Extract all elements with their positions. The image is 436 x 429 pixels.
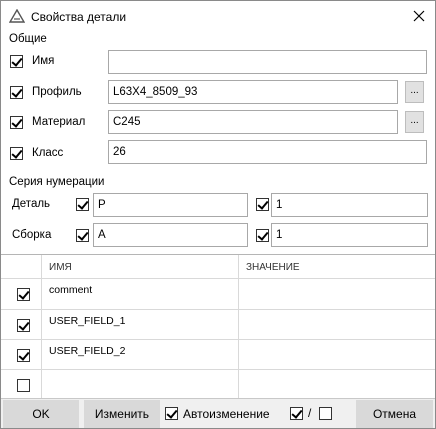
profile-label: Профиль [32,86,82,98]
row-checkbox[interactable] [17,319,30,332]
table-row[interactable]: comment [1,279,435,309]
part-prefix-checkbox[interactable] [76,198,89,211]
name-input[interactable] [108,50,427,74]
user-fields-grid: ИМЯ ЗНАЧЕНИЕ comment USER_FIELD_1 USER_F… [1,254,435,399]
auto-modify-label: Автоизменение [183,407,270,421]
column-header-name[interactable]: ИМЯ [49,262,72,273]
assembly-prefix-checkbox[interactable] [76,229,89,242]
cancel-button[interactable]: Отмена [356,400,433,428]
table-row[interactable]: USER_FIELD_1 [1,310,435,340]
row-checkbox[interactable] [17,379,30,392]
class-label: Класс [32,147,64,159]
close-button[interactable] [407,5,431,27]
column-header-value[interactable]: ЗНАЧЕНИЕ [246,262,300,273]
row-name-cell: USER_FIELD_1 [49,315,126,327]
name-label: Имя [32,55,55,67]
dialog-footer: OK Изменить Автоизменение / Отмена [1,398,435,428]
material-browse-button[interactable]: ... [405,111,424,133]
grid-header: ИМЯ ЗНАЧЕНИЕ [1,255,435,279]
row-checkbox[interactable] [17,349,30,362]
material-checkbox[interactable] [10,116,23,129]
material-input[interactable]: C245 [108,110,398,134]
class-checkbox[interactable] [10,147,23,160]
part-label: Деталь [12,198,51,210]
title-bar: Свойства детали [1,1,435,31]
general-legend: Общие [9,33,47,45]
profile-input[interactable]: L63X4_8509_93 [108,80,398,104]
assembly-start-input[interactable]: 1 [271,223,428,247]
clear-all-checkbox[interactable] [319,407,332,420]
name-checkbox[interactable] [10,55,23,68]
modify-button[interactable]: Изменить [84,400,160,428]
part-start-input[interactable]: 1 [271,193,428,217]
profile-checkbox[interactable] [10,86,23,99]
table-row-new[interactable] [1,370,435,399]
part-start-checkbox[interactable] [256,198,269,211]
numbering-legend: Серия нумерации [9,176,105,188]
row-name-cell: USER_FIELD_2 [49,345,126,357]
ok-button[interactable]: OK [3,400,79,428]
assembly-start-checkbox[interactable] [256,229,269,242]
profile-browse-button[interactable]: ... [405,81,424,103]
row-name-cell: comment [49,284,93,296]
window-title: Свойства детали [31,10,127,24]
toggle-separator: / [308,406,312,420]
material-label: Материал [32,116,86,128]
part-prefix-input[interactable]: P [93,193,248,217]
app-logo-icon [9,9,25,23]
close-icon [413,10,425,22]
assembly-label: Сборка [12,229,52,241]
row-checkbox[interactable] [17,288,30,301]
select-all-checkbox[interactable] [290,407,303,420]
class-input[interactable]: 26 [108,140,427,164]
assembly-prefix-input[interactable]: A [93,223,248,247]
table-row[interactable]: USER_FIELD_2 [1,340,435,370]
auto-modify-checkbox[interactable] [165,407,178,420]
